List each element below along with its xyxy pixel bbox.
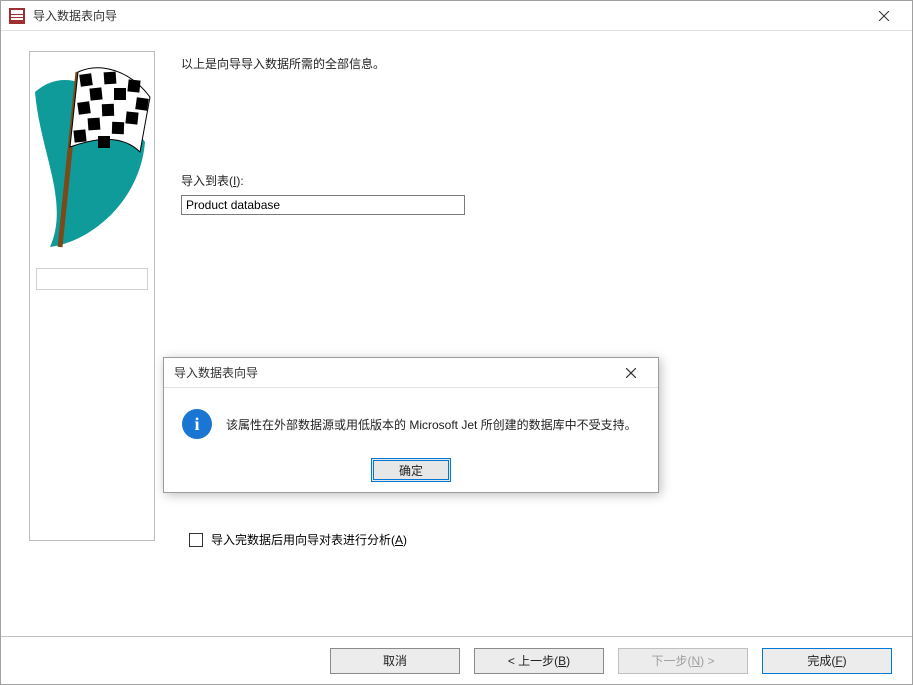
wizard-main: 以上是向导导入数据所需的全部信息。 导入到表(I): <box>181 51 892 215</box>
titlebar: 导入数据表向导 <box>1 1 912 31</box>
close-icon <box>879 11 889 21</box>
finish-button[interactable]: 完成(F) <box>762 648 892 674</box>
alert-dialog: 导入数据表向导 i 该属性在外部数据源或用低版本的 Microsoft Jet … <box>163 357 659 493</box>
alert-title: 导入数据表向导 <box>174 364 614 381</box>
alert-body: i 该属性在外部数据源或用低版本的 Microsoft Jet 所创建的数据库中… <box>164 388 658 448</box>
back-button-post: ) <box>566 654 570 668</box>
alert-close-button[interactable] <box>614 361 648 385</box>
checkered-flag-icon <box>30 52 155 257</box>
graphic-caption-box <box>36 268 148 290</box>
back-button[interactable]: < 上一步(B) <box>474 648 604 674</box>
cancel-button[interactable]: 取消 <box>330 648 460 674</box>
cancel-button-label: 取消 <box>383 652 407 669</box>
info-icon-glyph: i <box>194 414 199 435</box>
import-to-label: 导入到表(I): <box>181 172 892 189</box>
next-button: 下一步(N) > <box>618 648 748 674</box>
next-button-pre: 下一步( <box>651 652 691 669</box>
finish-button-pre: 完成( <box>807 652 835 669</box>
app-icon <box>9 8 25 24</box>
back-button-pre: < 上一步( <box>508 652 558 669</box>
alert-titlebar: 导入数据表向导 <box>164 358 658 388</box>
alert-message: 该属性在外部数据源或用低版本的 Microsoft Jet 所创建的数据库中不受… <box>226 416 637 433</box>
analyze-label-post: ) <box>403 533 407 547</box>
analyze-label-pre: 导入完数据后用向导对表进行分析( <box>211 533 395 547</box>
wizard-content: 以上是向导导入数据所需的全部信息。 导入到表(I): 导入完数据后用向导对表进行… <box>1 31 912 636</box>
analyze-label-key: A <box>395 533 403 547</box>
window-title: 导入数据表向导 <box>33 7 864 24</box>
import-to-input[interactable] <box>181 195 465 215</box>
wizard-window: 导入数据表向导 <box>0 0 913 685</box>
next-button-post: ) > <box>700 654 714 668</box>
intro-text: 以上是向导导入数据所需的全部信息。 <box>181 55 892 72</box>
finish-button-key: F <box>835 654 842 668</box>
wizard-footer: 取消 < 上一步(B) 下一步(N) > 完成(F) <box>1 636 912 684</box>
analyze-row: 导入完数据后用向导对表进行分析(A) <box>189 531 407 548</box>
import-to-label-post: ): <box>236 174 243 188</box>
analyze-label: 导入完数据后用向导对表进行分析(A) <box>211 531 407 548</box>
close-icon <box>626 368 636 378</box>
ok-button-label: 确定 <box>399 462 423 479</box>
close-button[interactable] <box>864 1 904 31</box>
analyze-checkbox[interactable] <box>189 533 203 547</box>
wizard-graphic <box>29 51 155 541</box>
back-button-key: B <box>558 654 566 668</box>
next-button-key: N <box>691 654 700 668</box>
finish-button-post: ) <box>843 654 847 668</box>
ok-button[interactable]: 确定 <box>371 458 451 482</box>
info-icon: i <box>182 409 212 439</box>
import-to-label-pre: 导入到表( <box>181 174 233 188</box>
alert-footer: 确定 <box>164 448 658 492</box>
